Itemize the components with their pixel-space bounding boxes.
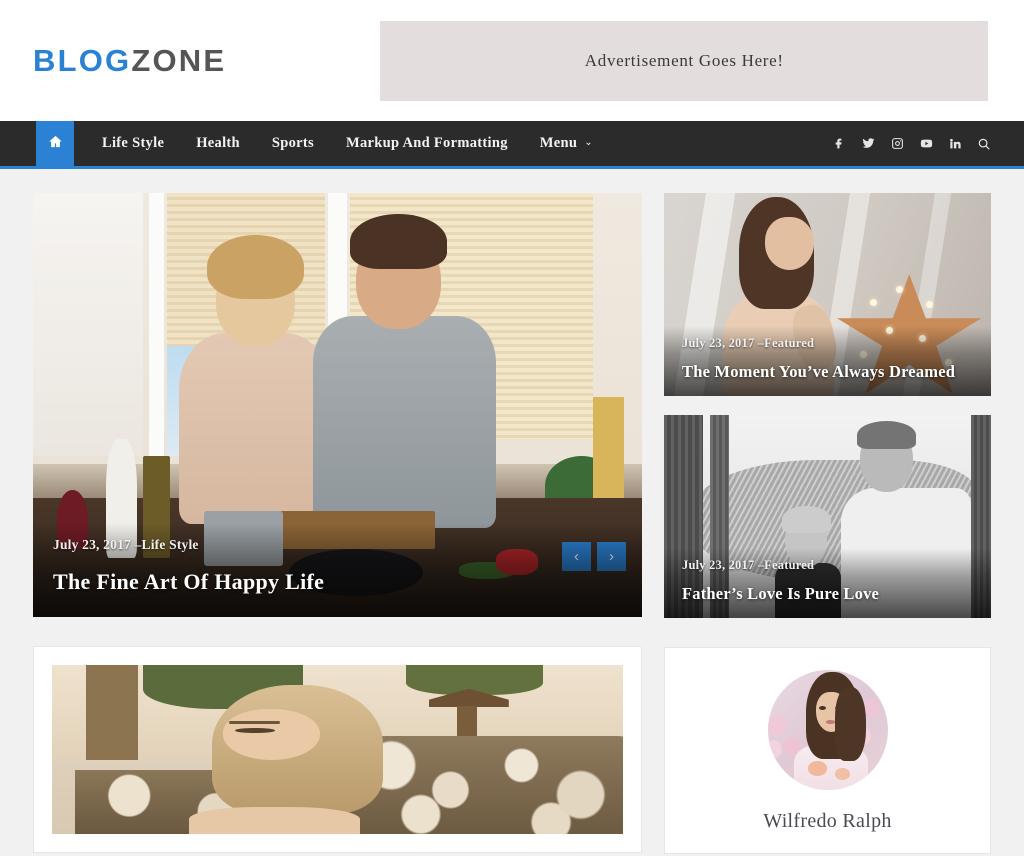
- left-column: ‹ › July 23, 2017 –Life Style The Fine A…: [33, 193, 642, 854]
- logo-primary-text: BLOG: [33, 43, 132, 78]
- featured-caption: July 23, 2017 –Featured Father’s Love Is…: [664, 548, 991, 618]
- facebook-icon[interactable]: [831, 135, 847, 153]
- main-content: ‹ › July 23, 2017 –Life Style The Fine A…: [0, 169, 1024, 854]
- logo-secondary-text: ZONE: [131, 43, 227, 78]
- hero-slider[interactable]: ‹ › July 23, 2017 –Life Style The Fine A…: [33, 193, 642, 617]
- right-column: July 23, 2017 –Featured The Moment You’v…: [664, 193, 991, 854]
- featured-date: July 23, 2017: [682, 336, 755, 350]
- nav-menu-list: Life Style Health Sports Markup And Form…: [86, 121, 609, 166]
- author-name: Wilfredo Ralph: [763, 810, 892, 832]
- nav-item-life-style[interactable]: Life Style: [86, 121, 180, 166]
- post-card-image-stone-wall-girl: [52, 665, 623, 834]
- nav-item-label: Markup And Formatting: [345, 135, 508, 151]
- main-navigation: Life Style Health Sports Markup And Form…: [0, 121, 1024, 169]
- author-widget: Wilfredo Ralph: [664, 647, 991, 854]
- nav-item-sports[interactable]: Sports: [256, 121, 330, 166]
- avatar: [767, 670, 888, 790]
- advertisement-text: Advertisement Goes Here!: [584, 50, 784, 70]
- home-icon: [48, 134, 63, 154]
- nav-item-label: Menu: [539, 135, 578, 151]
- instagram-icon[interactable]: [889, 135, 905, 153]
- nav-item-label: Sports: [271, 135, 314, 151]
- hero-meta: July 23, 2017 –Life Style: [53, 537, 622, 553]
- advertisement-banner[interactable]: Advertisement Goes Here!: [380, 20, 989, 101]
- nav-item-menu[interactable]: Menu ⌄: [524, 121, 609, 166]
- nav-item-markup-and-formatting[interactable]: Markup And Formatting: [330, 121, 524, 166]
- hero-category[interactable]: –Life Style: [135, 537, 199, 552]
- featured-meta: July 23, 2017 –Featured: [682, 336, 973, 351]
- youtube-icon[interactable]: [918, 135, 934, 153]
- nav-social-links: [831, 121, 1000, 166]
- search-icon[interactable]: [976, 135, 992, 153]
- site-logo[interactable]: BLOGZONE: [33, 45, 226, 76]
- site-header: BLOGZONE Advertisement Goes Here!: [0, 0, 1024, 121]
- post-card[interactable]: [33, 646, 642, 853]
- featured-category[interactable]: –Featured: [758, 336, 814, 350]
- hero-title[interactable]: The Fine Art Of Happy Life: [53, 569, 622, 595]
- nav-item-label: Health: [196, 135, 240, 151]
- hero-caption: July 23, 2017 –Life Style The Fine Art O…: [33, 523, 642, 617]
- hero-date: July 23, 2017: [53, 537, 131, 552]
- featured-caption: July 23, 2017 –Featured The Moment You’v…: [664, 326, 991, 396]
- featured-card-2[interactable]: July 23, 2017 –Featured Father’s Love Is…: [664, 415, 991, 618]
- twitter-icon[interactable]: [860, 135, 876, 153]
- featured-card-1[interactable]: July 23, 2017 –Featured The Moment You’v…: [664, 193, 991, 396]
- featured-meta: July 23, 2017 –Featured: [682, 558, 973, 573]
- featured-category[interactable]: –Featured: [758, 558, 814, 572]
- nav-item-label: Life Style: [102, 135, 165, 151]
- linkedin-icon[interactable]: [947, 135, 963, 153]
- nav-item-health[interactable]: Health: [180, 121, 256, 166]
- nav-home-button[interactable]: [36, 121, 74, 166]
- featured-date: July 23, 2017: [682, 558, 755, 572]
- featured-title[interactable]: Father’s Love Is Pure Love: [682, 584, 973, 604]
- featured-title[interactable]: The Moment You’ve Always Dreamed: [682, 362, 973, 382]
- chevron-down-icon: ⌄: [584, 137, 593, 148]
